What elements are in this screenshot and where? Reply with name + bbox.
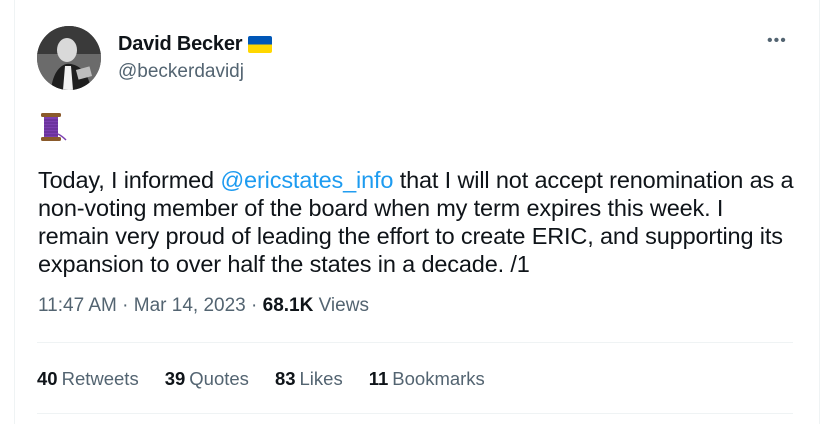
retweets-count: 40: [37, 368, 58, 389]
quotes-label: Quotes: [189, 368, 249, 389]
bookmarks-stat[interactable]: 11 Bookmarks: [369, 368, 485, 390]
tweet-date[interactable]: Mar 14, 2023: [134, 295, 246, 316]
likes-stat[interactable]: 83 Likes: [275, 368, 343, 390]
divider: [37, 342, 793, 343]
tweet-text-part: Today, I informed: [38, 167, 221, 193]
avatar[interactable]: [37, 26, 101, 90]
bookmarks-count: 11: [368, 368, 389, 389]
meta-separator: ·: [116, 295, 134, 316]
meta-separator: ·: [245, 295, 263, 316]
ukraine-flag-icon: [248, 36, 273, 53]
tweet-card: David Becker @beckerdavidj ••• Today, I …: [14, 0, 820, 424]
more-options-icon[interactable]: •••: [767, 32, 787, 50]
mention-link[interactable]: @ericstates_info: [220, 167, 393, 193]
bookmarks-label: Bookmarks: [392, 368, 485, 389]
engagement-stats: 40 Retweets 39 Quotes 83 Likes 11 Bookmarks: [37, 368, 485, 390]
quotes-stat[interactable]: 39 Quotes: [165, 368, 249, 390]
divider: [37, 413, 793, 414]
avatar-image: [37, 26, 101, 90]
likes-count: 83: [274, 368, 296, 389]
views-label: Views: [313, 295, 369, 316]
author-display-name[interactable]: David Becker: [118, 33, 243, 56]
tweet-time[interactable]: 11:47 AM: [38, 295, 117, 316]
views-count: 68.1K: [262, 295, 314, 316]
thread-spool-icon: [39, 112, 67, 142]
author-handle[interactable]: @beckerdavidj: [118, 61, 244, 83]
retweets-stat[interactable]: 40 Retweets: [37, 368, 139, 390]
tweet-meta: 11:47 AM · Mar 14, 2023 · 68.1K Views: [38, 295, 369, 317]
author-name-row[interactable]: David Becker: [118, 33, 273, 56]
quotes-count: 39: [164, 368, 186, 389]
retweets-label: Retweets: [61, 368, 139, 389]
tweet-text: Today, I informed @ericstates_info that …: [38, 166, 798, 278]
likes-label: Likes: [299, 368, 343, 389]
